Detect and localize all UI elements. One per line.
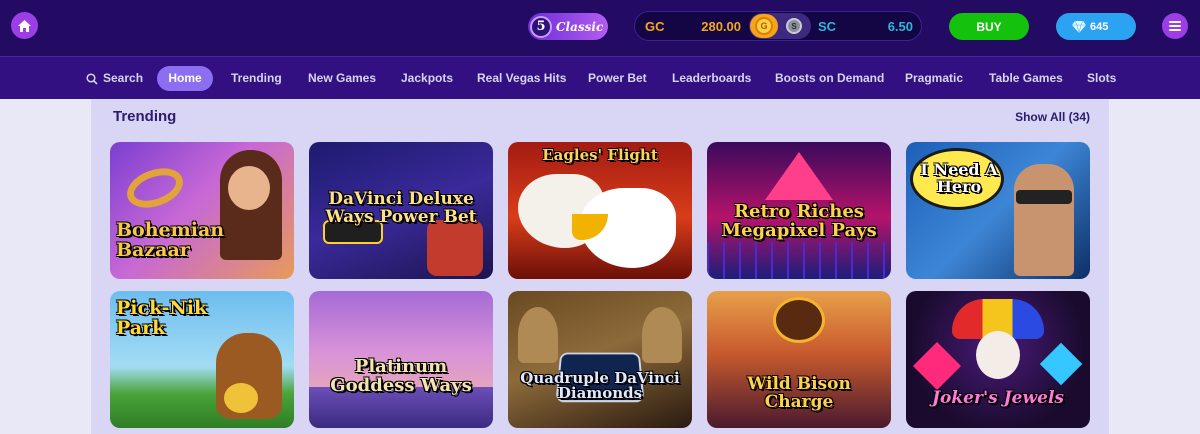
game-tile[interactable]: Joker's Jewels	[906, 291, 1090, 428]
nav-search[interactable]: Search	[86, 66, 143, 91]
nav-leaderboards[interactable]: Leaderboards	[672, 66, 751, 91]
game-art	[1039, 342, 1083, 386]
game-art	[224, 383, 258, 413]
nav-boosts-on-demand[interactable]: Boosts on Demand	[775, 66, 884, 91]
game-art	[773, 297, 825, 343]
game-art	[912, 341, 962, 391]
top-bar: 5 Classic GC 280.00 G S SC 6.50 BUY 645	[0, 0, 1200, 56]
hamburger-icon	[1169, 21, 1181, 31]
game-title: Wild Bison Charge	[747, 374, 851, 413]
game-art	[121, 161, 189, 215]
show-all-link[interactable]: Show All (34)	[990, 110, 1090, 124]
logo-text: Classic	[556, 19, 604, 34]
search-icon	[86, 72, 98, 85]
game-art	[765, 152, 833, 200]
game-art	[518, 307, 558, 363]
nav-slots[interactable]: Slots	[1087, 66, 1116, 91]
game-title: I Need A Hero	[920, 160, 998, 196]
game-title: Retro Riches Megapixel Pays	[721, 201, 877, 242]
game-art	[427, 220, 483, 276]
game-tile[interactable]: Wild Bison Charge	[707, 291, 891, 428]
game-tile[interactable]: Pick-Nik Park	[110, 291, 294, 428]
nav-jackpots[interactable]: Jackpots	[401, 66, 453, 91]
game-title: Joker's Jewels	[932, 388, 1064, 409]
game-title: Bohemian Bazaar	[116, 219, 225, 262]
nav-trending[interactable]: Trending	[231, 66, 282, 91]
logo-number: 5	[530, 15, 552, 38]
category-nav: Search Home Trending New Games Jackpots …	[0, 56, 1200, 99]
game-tile[interactable]: DaVinci Deluxe Ways Power Bet	[309, 142, 493, 279]
sc-balance: 6.50	[887, 19, 913, 34]
nav-table-games[interactable]: Table Games	[989, 66, 1063, 91]
nav-real-vegas-hits[interactable]: Real Vegas Hits	[477, 66, 566, 91]
buy-button[interactable]: BUY	[949, 13, 1029, 40]
nav-pragmatic[interactable]: Pragmatic	[905, 66, 963, 91]
menu-button[interactable]	[1162, 13, 1188, 39]
home-icon	[18, 19, 31, 32]
home-button[interactable]	[11, 12, 38, 39]
nav-search-label: Search	[103, 71, 144, 85]
wallet-balance: GC 280.00 G S SC 6.50	[634, 11, 922, 41]
game-art	[1014, 164, 1074, 276]
game-title: DaVinci Deluxe Ways Power Bet	[325, 189, 477, 228]
section-title: Trending	[113, 108, 177, 125]
game-art	[976, 331, 1020, 379]
game-tile[interactable]: I Need A Hero	[906, 142, 1090, 279]
game-title: Platinum Goddess Ways	[330, 356, 472, 397]
game-tile[interactable]: Platinum Goddess Ways	[309, 291, 493, 428]
game-tile[interactable]: Eagles' Flight	[508, 142, 692, 279]
game-title: Quadruple DaVinci Diamonds	[520, 368, 680, 403]
game-tile[interactable]: Retro Riches Megapixel Pays	[707, 142, 891, 279]
site-logo[interactable]: 5 Classic	[528, 13, 608, 40]
gems-count: 645	[1090, 20, 1109, 33]
diamond-icon	[1072, 20, 1086, 33]
game-title: Eagles' Flight	[542, 146, 658, 164]
game-tile[interactable]: Bohemian Bazaar	[110, 142, 294, 279]
nav-new-games[interactable]: New Games	[308, 66, 376, 91]
game-title: Pick-Nik Park	[116, 297, 208, 339]
game-art	[1016, 190, 1072, 204]
game-art	[707, 242, 891, 279]
game-art	[228, 166, 270, 210]
game-tile[interactable]: Quadruple DaVinci Diamonds	[508, 291, 692, 428]
nav-home[interactable]: Home	[157, 66, 213, 91]
game-art	[642, 307, 682, 363]
gems-balance-button[interactable]: 645	[1056, 13, 1136, 40]
nav-power-bet[interactable]: Power Bet	[588, 66, 647, 91]
